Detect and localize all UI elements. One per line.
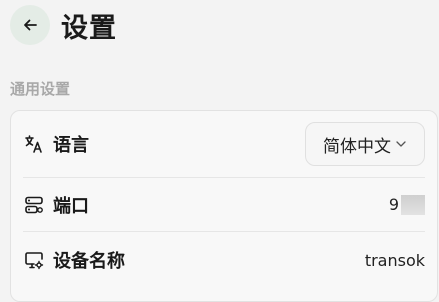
redacted-block	[401, 194, 425, 215]
device-name-label: 设备名称	[53, 251, 125, 272]
device-name-row: 设备名称 transok	[23, 232, 425, 288]
general-settings-card: 语言 简体中文 端口 9 设备名称 transok	[10, 110, 438, 302]
monitor-settings-icon	[23, 249, 45, 271]
port-label: 端口	[53, 195, 89, 217]
language-label: 语言	[53, 135, 89, 156]
language-select[interactable]: 简体中文	[305, 122, 425, 166]
page-header: 设置	[10, 3, 117, 47]
section-title: 通用设置	[10, 80, 71, 98]
language-row: 语言 简体中文	[23, 111, 425, 177]
chevron-down-icon	[395, 138, 407, 150]
device-name-value: transok	[364, 250, 425, 270]
page-title: 设置	[61, 12, 117, 44]
language-select-value: 简体中文	[323, 136, 391, 157]
port-value: 9	[388, 195, 399, 214]
back-button[interactable]	[10, 5, 50, 45]
port-field[interactable]: 9	[388, 194, 425, 215]
port-row: 端口 9	[23, 178, 425, 231]
translate-icon	[23, 133, 45, 155]
arrow-left-icon	[24, 19, 37, 31]
device-name-field[interactable]: transok	[365, 251, 425, 270]
server-icon	[23, 194, 45, 216]
